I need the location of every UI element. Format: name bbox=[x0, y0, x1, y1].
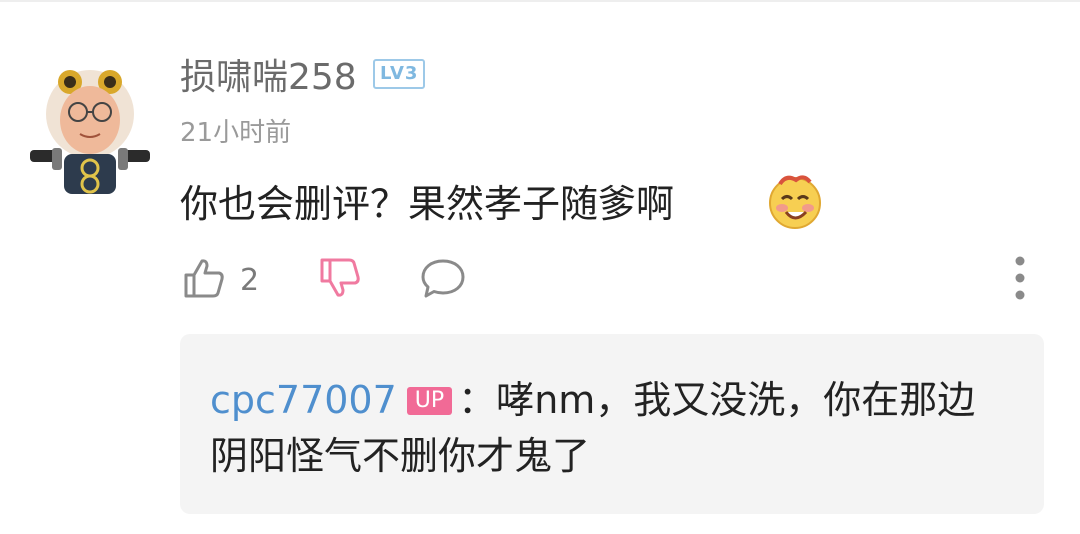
thumbs-up-icon bbox=[182, 256, 226, 304]
emoji-blush-icon bbox=[766, 172, 824, 230]
like-count: 2 bbox=[240, 262, 260, 298]
like-button[interactable]: 2 bbox=[182, 255, 259, 305]
thumbs-down-icon bbox=[318, 256, 362, 304]
more-options-icon[interactable] bbox=[1007, 255, 1033, 301]
up-badge: UP bbox=[406, 387, 453, 415]
reply-separator: ： bbox=[458, 378, 497, 422]
level-badge: LV3 bbox=[373, 59, 426, 89]
comment-timestamp: 21小时前 bbox=[180, 118, 292, 148]
reply-preview[interactable]: cpc77007 UP ：哮nm，我又没洗，你在那边阴阳怪气不删你才鬼了 bbox=[180, 334, 1044, 514]
comment-text: 你也会删评？果然孝子随爹啊 bbox=[180, 182, 675, 226]
comment-bubble-icon bbox=[420, 256, 466, 304]
reply-content: cpc77007 UP ：哮nm，我又没洗，你在那边阴阳怪气不删你才鬼了 bbox=[210, 372, 1010, 484]
comment-username[interactable]: 损啸喘258 bbox=[180, 48, 357, 100]
reply-button[interactable] bbox=[420, 255, 466, 305]
top-divider bbox=[0, 0, 1080, 2]
user-avatar[interactable] bbox=[30, 70, 150, 196]
dislike-button[interactable] bbox=[318, 255, 362, 305]
reply-username[interactable]: cpc77007 bbox=[210, 378, 397, 422]
